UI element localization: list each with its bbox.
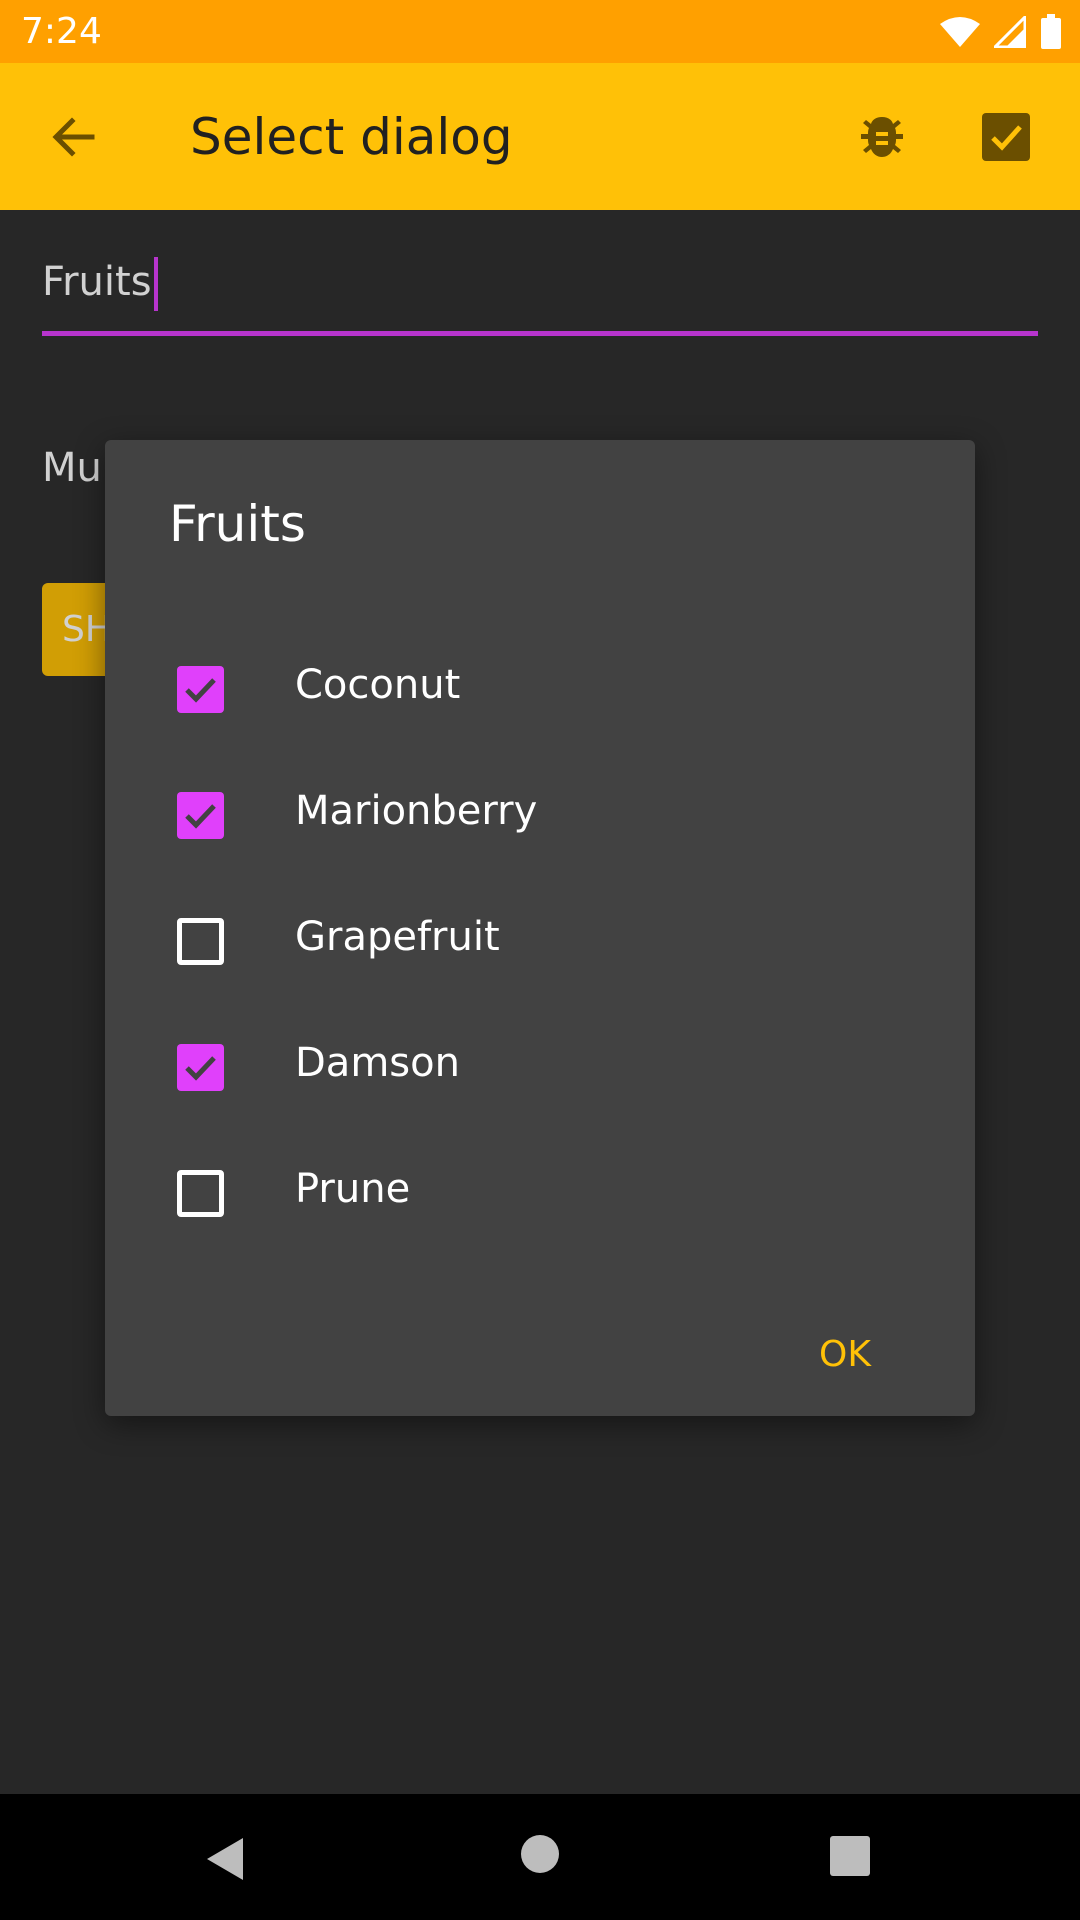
check-box-icon xyxy=(982,113,1030,161)
nav-recents-icon[interactable] xyxy=(830,1836,870,1876)
option-label: Grapefruit xyxy=(295,914,500,960)
wifi-icon xyxy=(940,17,980,47)
debug-button[interactable] xyxy=(852,107,912,167)
check-icon xyxy=(185,1056,216,1081)
battery-icon xyxy=(1041,14,1061,49)
nav-back-icon[interactable] xyxy=(205,1836,245,1882)
checkbox-checked[interactable] xyxy=(177,1044,224,1091)
option-label: Coconut xyxy=(295,662,461,708)
page-title: Select dialog xyxy=(190,108,513,166)
back-button[interactable] xyxy=(44,107,104,167)
option-damson[interactable]: Damson xyxy=(105,1003,975,1129)
app-bar: Select dialog xyxy=(0,63,1080,210)
option-label: Prune xyxy=(295,1166,411,1212)
fruits-dialog: Fruits Coconut Marionberry Grapefruit Da… xyxy=(105,440,975,1416)
signal-icon xyxy=(994,16,1026,48)
nav-home-icon[interactable] xyxy=(520,1834,560,1874)
checkbox-checked[interactable] xyxy=(177,792,224,839)
navigation-bar xyxy=(0,1794,1080,1920)
status-icons xyxy=(940,12,1062,52)
checkbox-checked[interactable] xyxy=(177,666,224,713)
option-label: Damson xyxy=(295,1040,460,1086)
option-label: Marionberry xyxy=(295,788,538,834)
checkbox-unchecked[interactable] xyxy=(177,1170,224,1217)
status-bar: 7:24 xyxy=(0,0,1080,63)
option-prune[interactable]: Prune xyxy=(105,1129,975,1255)
arrow-back-icon xyxy=(52,117,95,157)
dialog-title: Fruits xyxy=(169,495,306,553)
bug-icon xyxy=(861,117,903,157)
option-marionberry[interactable]: Marionberry xyxy=(105,751,975,877)
status-time: 7:24 xyxy=(21,11,102,52)
check-icon xyxy=(185,678,216,703)
option-grapefruit[interactable]: Grapefruit xyxy=(105,877,975,1003)
check-icon xyxy=(185,804,216,829)
option-coconut[interactable]: Coconut xyxy=(105,625,975,751)
ok-button[interactable]: OK xyxy=(785,1320,905,1390)
confirm-button[interactable] xyxy=(976,107,1036,167)
checkbox-unchecked[interactable] xyxy=(177,918,224,965)
